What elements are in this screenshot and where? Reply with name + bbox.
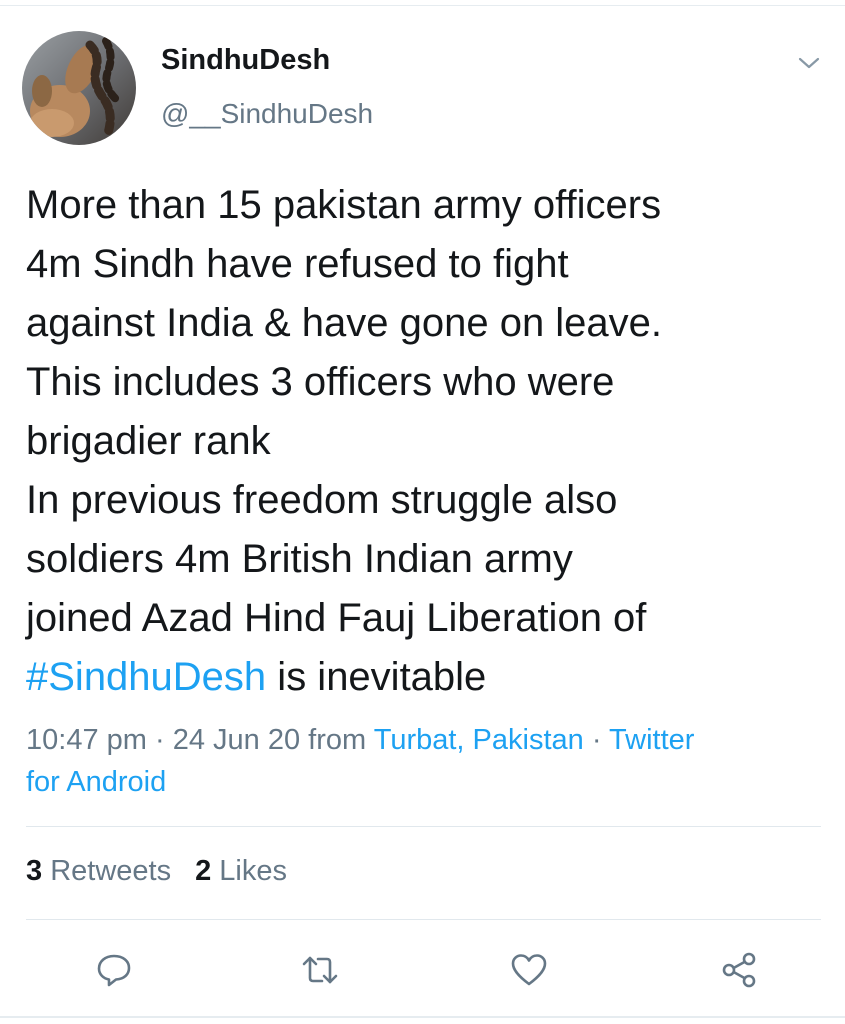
tweet-stats: 3 Retweets 2 Likes: [26, 855, 287, 888]
retweets-count: 3: [26, 855, 43, 887]
tweet-text-line: brigadier rank: [26, 419, 271, 463]
divider: [26, 826, 821, 827]
retweets-stat[interactable]: 3 Retweets: [26, 855, 171, 887]
avatar[interactable]: [22, 31, 136, 145]
divider: [26, 919, 821, 920]
like-button[interactable]: [509, 950, 549, 990]
likes-count: 2: [195, 855, 212, 887]
heart-icon: [511, 954, 547, 986]
tweet-text-line: This includes 3 officers who were: [26, 360, 615, 404]
top-divider: [0, 5, 845, 6]
tweet-text: More than 15 pakistan army officers 4m S…: [26, 176, 826, 707]
tweet-date[interactable]: 24 Jun 20: [173, 724, 300, 756]
share-icon: [722, 952, 756, 988]
reply-icon: [97, 954, 131, 987]
tweet-metadata: 10:47 pm · 24 Jun 20 from Turbat, Pakist…: [26, 719, 821, 803]
tweet-text-line: soldiers 4m British Indian army: [26, 537, 573, 581]
retweets-label: Retweets: [42, 855, 172, 887]
user-handle[interactable]: @__SindhuDesh: [161, 98, 373, 130]
meta-separator: ·: [583, 724, 610, 756]
display-name[interactable]: SindhuDesh: [161, 44, 330, 77]
tweet-text-line: against India & have gone on leave.: [26, 301, 663, 345]
likes-label: Likes: [211, 855, 287, 887]
retweet-icon: [302, 956, 338, 984]
location-link[interactable]: Turbat, Pakistan: [374, 724, 584, 756]
client-link[interactable]: Twitter: [609, 724, 694, 756]
tweet-text-last-line: #SindhuDesh is inevitable: [26, 648, 826, 707]
tweet-menu-button[interactable]: [794, 48, 824, 78]
retweet-button[interactable]: [300, 950, 340, 990]
tweet-text-line: More than 15 pakistan army officers: [26, 183, 662, 227]
tweet-text-tail: is inevitable: [266, 655, 487, 699]
bottom-divider: [0, 1016, 845, 1018]
meta-separator: ·: [146, 724, 173, 756]
tweet-text-line: In previous freedom struggle also: [26, 478, 618, 522]
hashtag-link[interactable]: #SindhuDesh: [26, 655, 266, 699]
likes-stat[interactable]: 2 Likes: [195, 855, 287, 887]
tweet-time[interactable]: 10:47 pm: [26, 724, 147, 756]
chevron-down-icon: [798, 57, 820, 69]
reply-button[interactable]: [94, 950, 134, 990]
meta-from: from: [300, 724, 374, 756]
share-button[interactable]: [719, 950, 759, 990]
avatar-photo: [22, 31, 136, 145]
tweet-text-line: joined Azad Hind Fauj Liberation of: [26, 596, 647, 640]
tweet-text-line: 4m Sindh have refused to fight: [26, 242, 569, 286]
client-link[interactable]: for Android: [26, 766, 166, 798]
